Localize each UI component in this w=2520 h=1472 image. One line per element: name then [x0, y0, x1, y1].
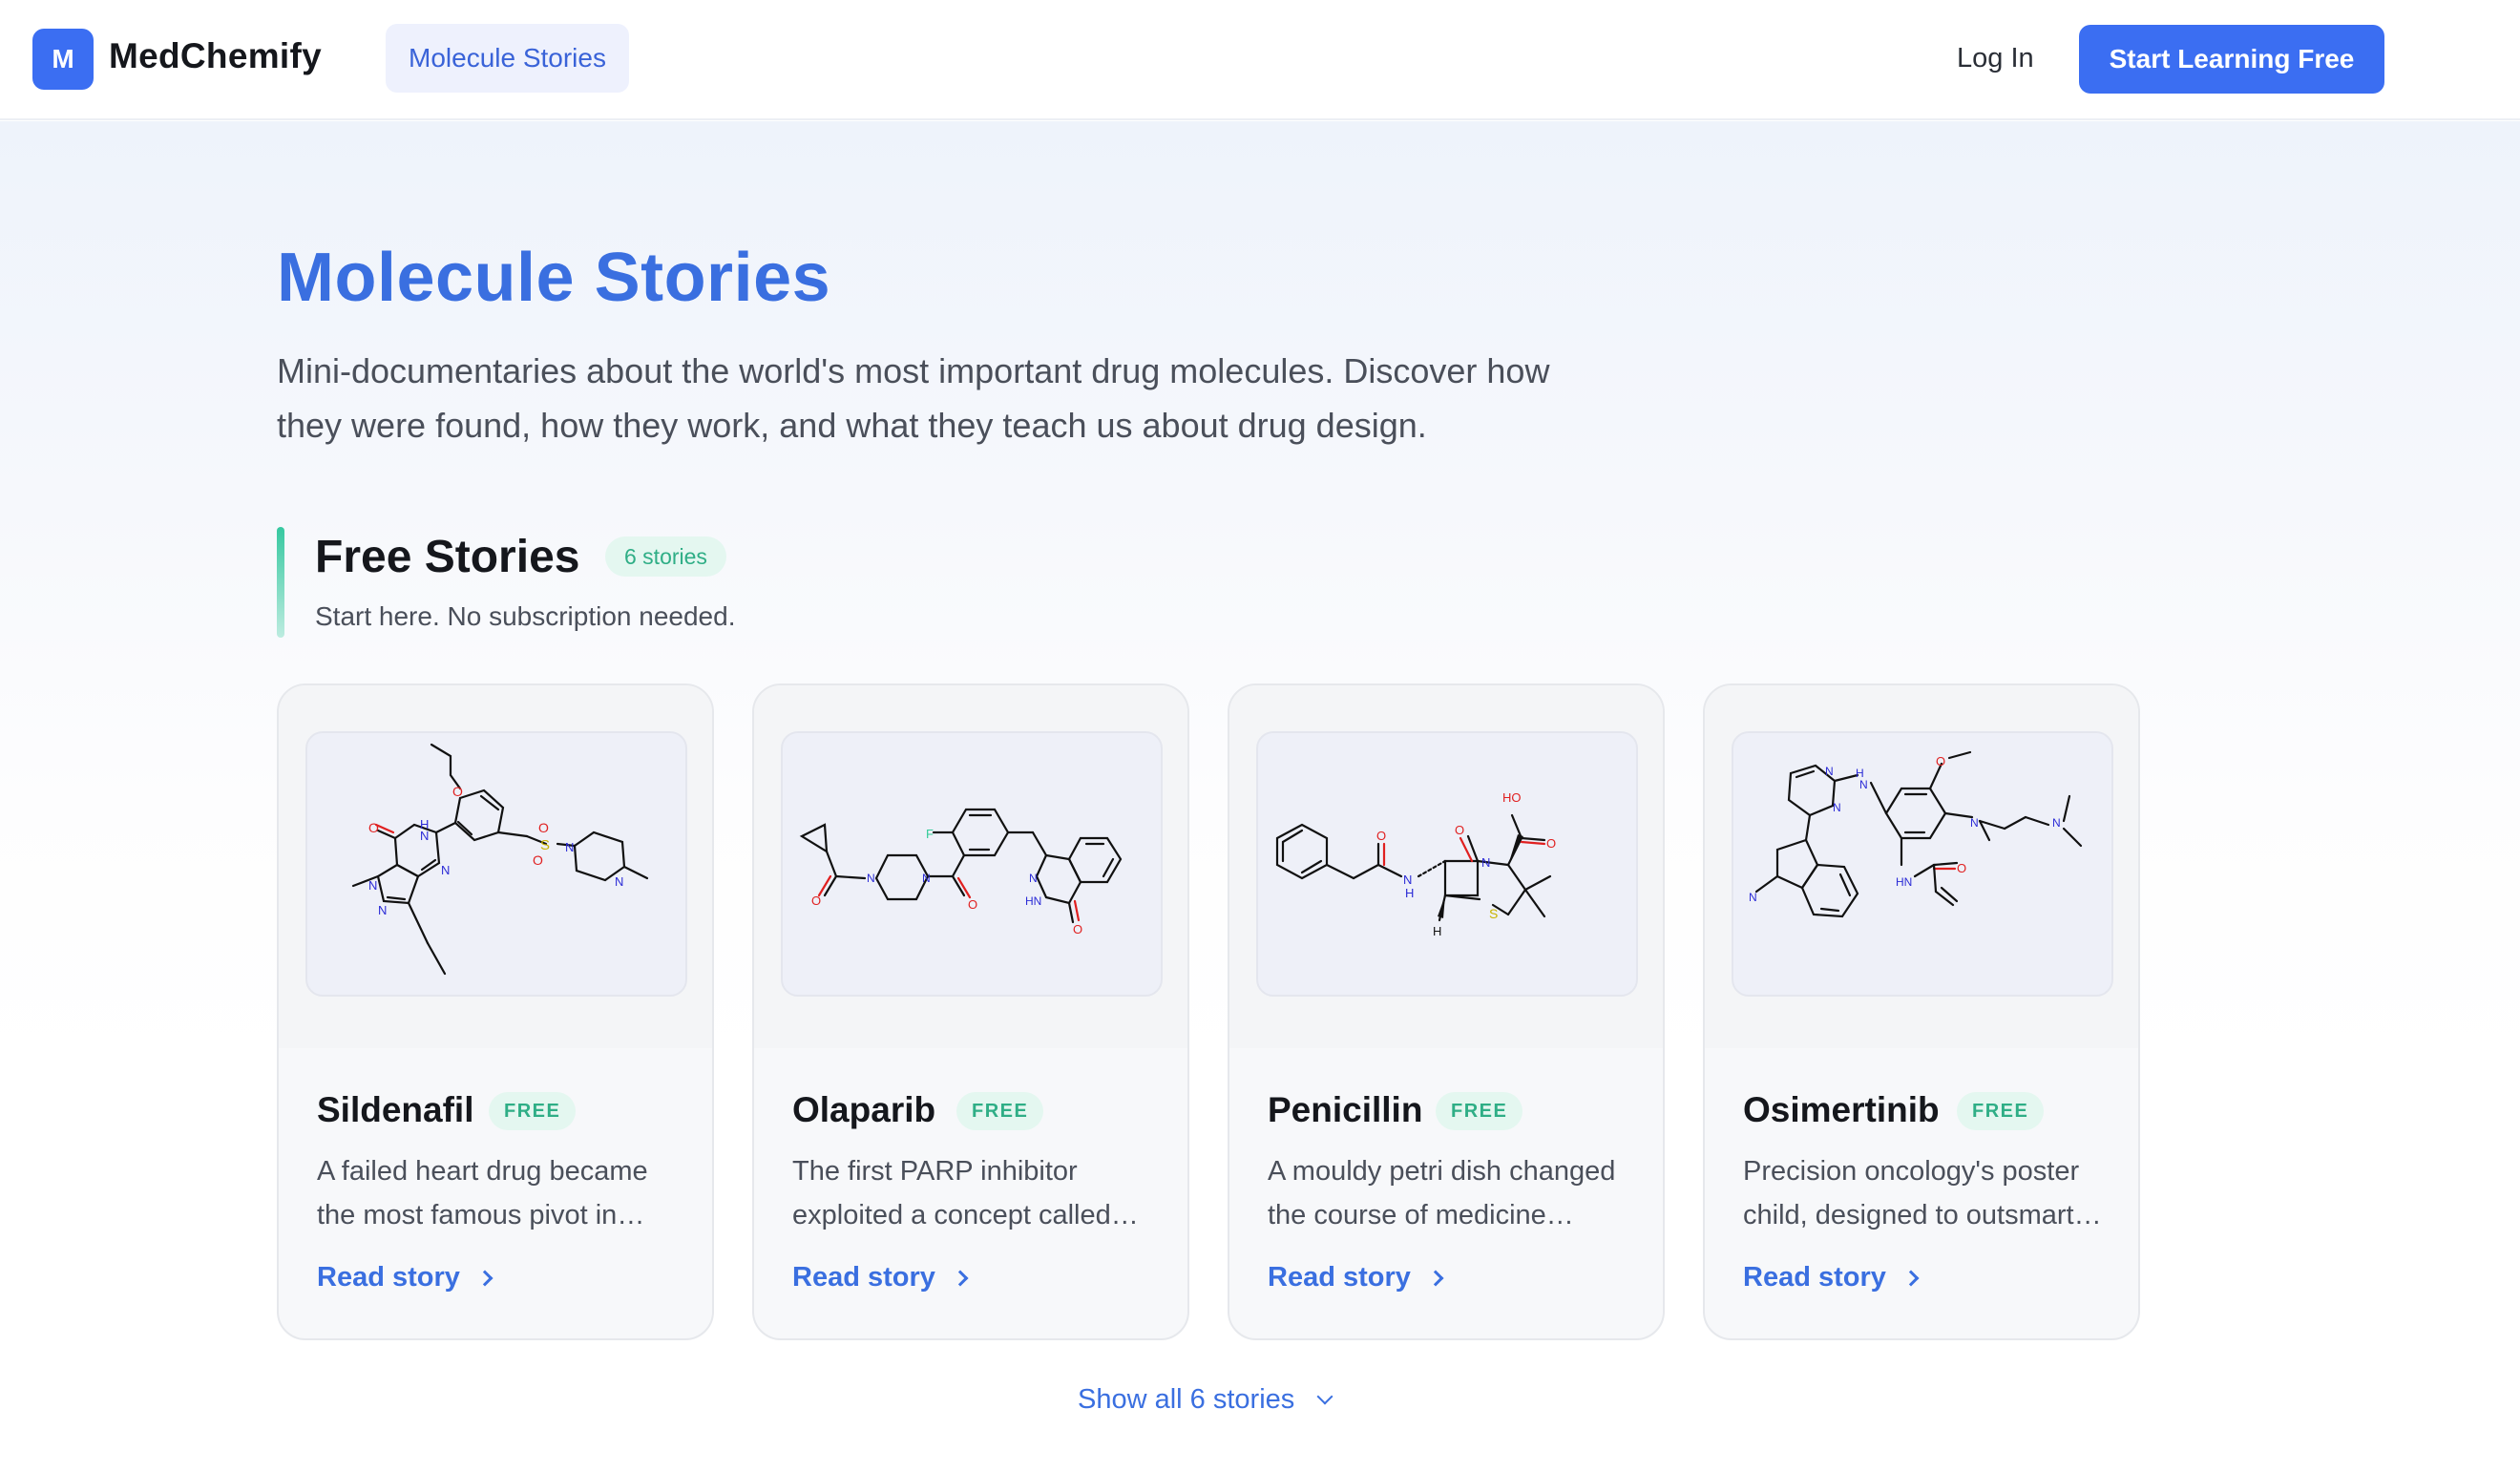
story-description: A failed heart drug became the most famo…	[317, 1156, 648, 1230]
svg-text:N: N	[1825, 765, 1834, 778]
svg-text:O: O	[533, 852, 543, 868]
svg-text:O: O	[1936, 754, 1945, 768]
story-title: Penicillin	[1268, 1090, 1423, 1129]
svg-text:HN: HN	[1896, 875, 1912, 889]
svg-text:H: H	[1433, 924, 1441, 938]
page-description: Mini-documentaries about the world's mos…	[277, 351, 1550, 445]
section-title: Free Stories	[315, 532, 580, 582]
story-card-osimertinib[interactable]: N N H N N N N HN O O Osimertinib FREE Pr…	[1703, 683, 2140, 1340]
svg-text:O: O	[452, 784, 463, 799]
svg-text:N: N	[1029, 872, 1038, 885]
svg-text:HN: HN	[1025, 894, 1041, 908]
svg-text:N: N	[1833, 801, 1841, 814]
free-badge: FREE	[1436, 1092, 1523, 1130]
story-description: A mouldy petri dish changed the course o…	[1268, 1156, 1616, 1230]
svg-text:S: S	[1489, 906, 1498, 921]
svg-text:N: N	[867, 872, 875, 885]
free-badge: FREE	[489, 1092, 577, 1130]
free-badge: FREE	[956, 1092, 1044, 1130]
svg-text:N: N	[1749, 891, 1757, 904]
svg-text:O: O	[1546, 836, 1556, 851]
read-story-label: Read story	[1268, 1262, 1411, 1293]
svg-text:O: O	[968, 897, 977, 912]
chevron-down-icon	[1316, 1388, 1334, 1404]
top-navigation: M MedChemify Molecule Stories Log In Sta…	[0, 0, 2520, 120]
logo-mark[interactable]: M	[32, 29, 94, 90]
section-accent-bar	[277, 527, 284, 638]
section-subtitle: Start here. No subscription needed.	[315, 601, 736, 631]
read-story-label: Read story	[792, 1262, 935, 1293]
read-story-link[interactable]: Read story	[1268, 1262, 1444, 1293]
svg-text:O: O	[1376, 829, 1386, 843]
story-card-penicillin[interactable]: N H N S H O O O HO Penicillin FREE A mou…	[1228, 683, 1665, 1340]
svg-text:F: F	[926, 827, 934, 841]
read-story-link[interactable]: Read story	[317, 1262, 494, 1293]
page-title: Molecule Stories	[277, 240, 831, 316]
story-description: Precision oncology's poster child, desig…	[1743, 1156, 2102, 1230]
svg-text:N: N	[378, 903, 387, 917]
login-link[interactable]: Log In	[1957, 24, 2034, 93]
read-story-link[interactable]: Read story	[792, 1262, 969, 1293]
molecule-image-sildenafil: O O O O S H N N N N N N	[305, 731, 687, 997]
chevron-right-icon	[952, 1270, 969, 1286]
free-badge: FREE	[1957, 1092, 2045, 1130]
story-count-badge: 6 stories	[605, 536, 726, 577]
svg-text:O: O	[1957, 861, 1966, 875]
svg-text:N: N	[368, 878, 377, 893]
svg-text:N: N	[441, 863, 450, 877]
story-title: Sildenafil	[317, 1090, 474, 1129]
svg-text:N: N	[615, 874, 623, 889]
nav-molecule-stories[interactable]: Molecule Stories	[386, 24, 629, 93]
svg-text:O: O	[1455, 823, 1464, 837]
svg-text:N: N	[420, 829, 429, 843]
molecule-image-olaparib: F N N N HN O O O	[781, 731, 1163, 997]
svg-text:O: O	[538, 820, 549, 835]
molecule-image-penicillin: N H N S H O O O HO	[1256, 731, 1638, 997]
story-description: The first PARP inhibitor exploited a con…	[792, 1156, 1139, 1230]
svg-text:O: O	[811, 894, 821, 908]
svg-text:O: O	[1073, 922, 1082, 936]
brand-name[interactable]: MedChemify	[109, 36, 322, 76]
svg-text:N: N	[922, 872, 931, 885]
svg-text:N: N	[565, 840, 574, 854]
chevron-right-icon	[1427, 1270, 1444, 1286]
story-title: Osimertinib	[1743, 1090, 1940, 1129]
show-all-label: Show all 6 stories	[1078, 1384, 1295, 1415]
svg-text:N: N	[1403, 873, 1412, 887]
show-all-stories-button[interactable]: Show all 6 stories	[1078, 1384, 1334, 1416]
story-card-sildenafil[interactable]: O O O O S H N N N N N N Sildenafil FREE …	[277, 683, 714, 1340]
read-story-label: Read story	[1743, 1262, 1886, 1293]
chevron-right-icon	[1902, 1270, 1920, 1286]
svg-text:N: N	[1970, 816, 1979, 830]
story-card-olaparib[interactable]: F N N N HN O O O Olaparib FREE The first…	[752, 683, 1189, 1340]
svg-text:N: N	[1859, 778, 1868, 791]
read-story-label: Read story	[317, 1262, 460, 1293]
svg-text:S: S	[540, 837, 550, 853]
svg-text:H: H	[1405, 886, 1414, 900]
story-title: Olaparib	[792, 1090, 936, 1129]
chevron-right-icon	[476, 1270, 494, 1286]
svg-text:N: N	[1481, 855, 1490, 870]
read-story-link[interactable]: Read story	[1743, 1262, 1920, 1293]
molecule-image-osimertinib: N N H N N N N HN O O	[1732, 731, 2113, 997]
start-learning-button[interactable]: Start Learning Free	[2079, 25, 2384, 94]
svg-text:HO: HO	[1502, 790, 1522, 805]
svg-text:O: O	[368, 820, 379, 835]
svg-text:N: N	[2052, 816, 2061, 830]
